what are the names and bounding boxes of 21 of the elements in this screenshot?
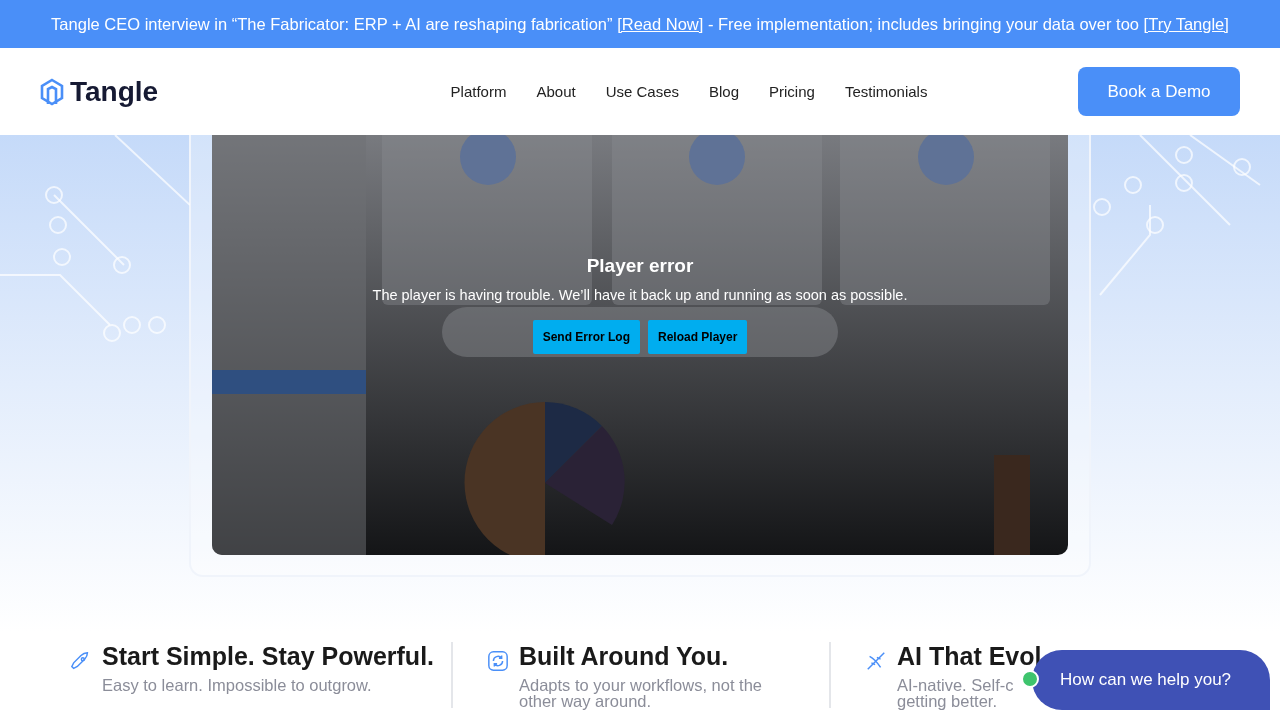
- logo-icon: [40, 77, 64, 106]
- logo-text: Tangle: [70, 75, 159, 108]
- player-button[interactable]: Reload Player: [648, 320, 748, 354]
- nav-link[interactable]: Testimonials: [844, 83, 928, 100]
- feature-description: getting better.: [897, 693, 997, 709]
- nav-link[interactable]: Platform: [450, 83, 507, 100]
- feature-title: Built Around You.: [519, 642, 730, 671]
- player-button[interactable]: Send Error Log: [532, 320, 640, 354]
- error-title: Player error: [586, 255, 694, 277]
- feature-description: AI-native. Self-c: [897, 677, 1014, 693]
- feature-title: Start Simple. Stay Powerful.: [102, 642, 435, 671]
- feature-description: other way around.: [519, 693, 652, 709]
- nav-link[interactable]: Use Cases: [605, 83, 679, 100]
- nav-link[interactable]: Pricing: [769, 83, 815, 100]
- nav-link[interactable]: About: [536, 83, 576, 100]
- announcement-text: Tangle CEO interview in “The Fabricator: ERP + AI are reshaping fabrication” [Read Now] - Free implementation; includes bringing your data over too [Try Tangle]: [51, 14, 1229, 34]
- error-message: The player is having trouble. We’ll have it back up and running as soon as possible.: [372, 287, 908, 303]
- nav-link[interactable]: Blog: [709, 83, 740, 100]
- feature-description: Easy to learn. Impossible to outgrow.: [102, 677, 372, 693]
- dna-icon: [865, 650, 887, 672]
- sync-icon: [487, 650, 509, 672]
